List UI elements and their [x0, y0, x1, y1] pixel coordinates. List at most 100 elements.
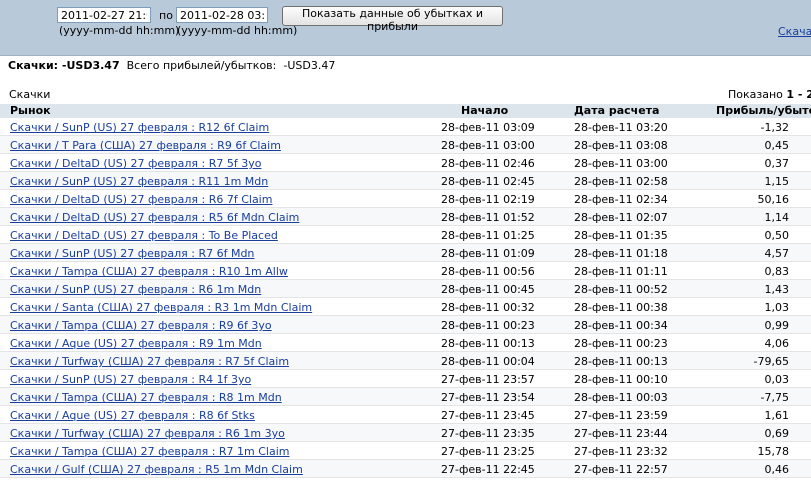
start-time-cell: 27-фев-11 23:45 — [441, 409, 535, 422]
start-time-cell: 28-фев-11 01:52 — [441, 211, 535, 224]
profit-loss-cell: -7,75 — [760, 391, 789, 404]
market-link[interactable]: Скачки / Tampa (США) 27 февраля : R8 1m … — [10, 391, 282, 404]
settle-time-cell: 28-фев-11 02:58 — [574, 175, 668, 188]
market-link[interactable]: Скачки / T Para (США) 27 февраля : R9 6f… — [10, 139, 281, 152]
settle-time-cell: 28-фев-11 00:13 — [574, 355, 668, 368]
summary-line: Скачки: -USD3.47 Всего прибылей/убытков:… — [8, 59, 335, 72]
start-time-cell: 28-фев-11 00:13 — [441, 337, 535, 350]
profit-loss-cell: 1,14 — [764, 211, 790, 224]
start-time-cell: 27-фев-11 23:35 — [441, 427, 535, 440]
table-row: Скачки / T Para (США) 27 февраля : R9 6f… — [0, 136, 811, 154]
table-row: Скачки / SunP (US) 27 февраля : R4 1f 3y… — [0, 370, 811, 388]
market-link[interactable]: Скачки / DeltaD (US) 27 февраля : R6 7f … — [10, 193, 272, 206]
profit-loss-cell: 0,37 — [764, 157, 790, 170]
start-time-cell: 28-фев-11 02:46 — [441, 157, 535, 170]
settle-time-cell: 28-фев-11 00:10 — [574, 373, 668, 386]
start-time-cell: 28-фев-11 02:45 — [441, 175, 535, 188]
start-time-cell: 27-фев-11 23:25 — [441, 445, 535, 458]
pager-prefix: Показано — [728, 88, 783, 101]
settle-time-cell: 28-фев-11 01:35 — [574, 229, 668, 242]
settle-time-cell: 28-фев-11 03:08 — [574, 139, 668, 152]
table-row: Скачки / SunP (US) 27 февраля : R12 6f C… — [0, 118, 811, 136]
column-header-market[interactable]: Рынок — [10, 104, 51, 118]
start-time-cell: 27-фев-11 23:57 — [441, 373, 535, 386]
profit-loss-cell: 1,43 — [764, 283, 790, 296]
market-link[interactable]: Скачки / Tampa (США) 27 февраля : R9 6f … — [10, 319, 272, 332]
from-date-format-hint: (yyyy-mm-dd hh:mm) — [59, 24, 180, 37]
settle-time-cell: 27-фев-11 23:32 — [574, 445, 668, 458]
market-link[interactable]: Скачки / Aque (US) 27 февраля : R8 6f St… — [10, 409, 255, 422]
column-header-profit-loss[interactable]: Прибыль/убыток — [716, 104, 811, 118]
market-link[interactable]: Скачки / DeltaD (US) 27 февраля : To Be … — [10, 229, 278, 242]
settle-time-cell: 28-фев-11 01:18 — [574, 247, 668, 260]
profit-loss-cell: 4,06 — [764, 337, 790, 350]
market-link[interactable]: Скачки / SunP (US) 27 февраля : R7 6f Md… — [10, 247, 254, 260]
settle-time-cell: 28-фев-11 00:23 — [574, 337, 668, 350]
table-row: Скачки / SunP (US) 27 февраля : R11 1m M… — [0, 172, 811, 190]
table-row: Скачки / DeltaD (US) 27 февраля : R6 7f … — [0, 190, 811, 208]
profit-loss-cell: 0,45 — [764, 139, 790, 152]
profit-loss-cell: 15,78 — [757, 445, 790, 458]
settle-time-cell: 28-фев-11 00:03 — [574, 391, 668, 404]
table-row: Скачки / SunP (US) 27 февраля : R6 1m Md… — [0, 280, 811, 298]
pager-range: 1 - 20 — [786, 88, 811, 101]
show-profit-loss-button[interactable]: Показать данные об убытках и прибыли — [282, 6, 503, 33]
table-header — [0, 104, 811, 118]
market-link[interactable]: Скачки / Gulf (США) 27 февраля : R5 1m M… — [10, 463, 303, 476]
start-time-cell: 28-фев-11 03:09 — [441, 121, 535, 134]
settle-time-cell: 28-фев-11 03:00 — [574, 157, 668, 170]
table-row: Скачки / Gulf (США) 27 февраля : R5 1m M… — [0, 460, 811, 478]
settle-time-cell: 28-фев-11 01:11 — [574, 265, 668, 278]
start-time-cell: 28-фев-11 00:04 — [441, 355, 535, 368]
from-date-input[interactable] — [57, 7, 151, 23]
download-link[interactable]: Скачать — [778, 25, 811, 38]
market-link[interactable]: Скачки / Turfway (США) 27 февраля : R7 5… — [10, 355, 289, 368]
market-link[interactable]: Скачки / Santa (США) 27 февраля : R3 1m … — [10, 301, 312, 314]
column-header-settle[interactable]: Дата расчета — [574, 104, 659, 118]
market-link[interactable]: Скачки / DeltaD (US) 27 февраля : R7 5f … — [10, 157, 261, 170]
market-link[interactable]: Скачки / Tampa (США) 27 февраля : R10 1m… — [10, 265, 288, 278]
settle-time-cell: 28-фев-11 02:07 — [574, 211, 668, 224]
table-row: Скачки / Tampa (США) 27 февраля : R8 1m … — [0, 388, 811, 406]
table-row: Скачки / DeltaD (US) 27 февраля : R7 5f … — [0, 154, 811, 172]
table-row: Скачки / Turfway (США) 27 февраля : R7 5… — [0, 352, 811, 370]
settle-time-cell: 27-фев-11 22:57 — [574, 463, 668, 476]
table-row: Скачки / DeltaD (US) 27 февраля : To Be … — [0, 226, 811, 244]
market-link[interactable]: Скачки / Aque (US) 27 февраля : R9 1m Md… — [10, 337, 262, 350]
profit-loss-cell: 1,61 — [764, 409, 790, 422]
profit-loss-cell: 0,03 — [764, 373, 790, 386]
market-link[interactable]: Скачки / SunP (US) 27 февраля : R6 1m Md… — [10, 283, 261, 296]
market-link[interactable]: Скачки / SunP (US) 27 февраля : R12 6f C… — [10, 121, 269, 134]
settle-time-cell: 27-фев-11 23:44 — [574, 427, 668, 440]
start-time-cell: 27-фев-11 22:45 — [441, 463, 535, 476]
table-row: Скачки / SunP (US) 27 февраля : R7 6f Md… — [0, 244, 811, 262]
market-link[interactable]: Скачки / Turfway (США) 27 февраля : R6 1… — [10, 427, 285, 440]
filter-bar: по (yyyy-mm-dd hh:mm) (yyyy-mm-dd hh:mm)… — [0, 0, 811, 56]
summary-total-label: Всего прибылей/убытков: — [126, 59, 277, 72]
to-date-input[interactable] — [176, 7, 268, 23]
profit-loss-cell: 4,57 — [764, 247, 790, 260]
market-link[interactable]: Скачки / DeltaD (US) 27 февраля : R5 6f … — [10, 211, 299, 224]
settle-time-cell: 28-фев-11 00:38 — [574, 301, 668, 314]
market-link[interactable]: Скачки / Tampa (США) 27 февраля : R7 1m … — [10, 445, 290, 458]
table-row: Скачки / Turfway (США) 27 февраля : R6 1… — [0, 424, 811, 442]
settle-time-cell: 28-фев-11 00:34 — [574, 319, 668, 332]
market-link[interactable]: Скачки / SunP (US) 27 февраля : R11 1m M… — [10, 175, 268, 188]
column-header-start[interactable]: Начало — [461, 104, 508, 118]
table-row: Скачки / Tampa (США) 27 февраля : R10 1m… — [0, 262, 811, 280]
profit-loss-cell: 50,16 — [757, 193, 790, 206]
to-date-format-hint: (yyyy-mm-dd hh:mm) — [177, 24, 298, 37]
start-time-cell: 28-фев-11 02:19 — [441, 193, 535, 206]
start-time-cell: 28-фев-11 01:25 — [441, 229, 535, 242]
section-label: Скачки — [9, 88, 51, 101]
to-separator-label: по — [159, 9, 173, 22]
market-link[interactable]: Скачки / SunP (US) 27 февраля : R4 1f 3y… — [10, 373, 251, 386]
table-row: Скачки / Aque (US) 27 февраля : R9 1m Md… — [0, 334, 811, 352]
settle-time-cell: 28-фев-11 00:52 — [574, 283, 668, 296]
profit-loss-cell: 0,99 — [764, 319, 790, 332]
profit-loss-cell: 0,50 — [764, 229, 790, 242]
table-row: Скачки / Santa (США) 27 февраля : R3 1m … — [0, 298, 811, 316]
summary-total-value: -USD3.47 — [283, 59, 336, 72]
settle-time-cell: 28-фев-11 02:34 — [574, 193, 668, 206]
start-time-cell: 28-фев-11 00:32 — [441, 301, 535, 314]
